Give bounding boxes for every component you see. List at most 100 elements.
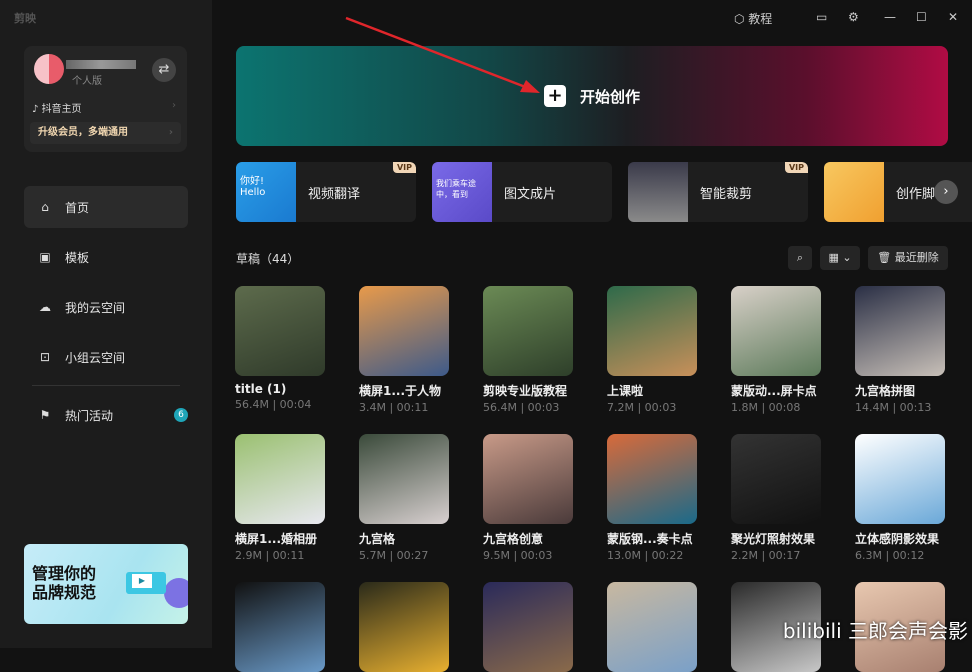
draft-thumbnail bbox=[855, 434, 945, 524]
draft-thumbnail bbox=[235, 286, 325, 376]
title-bar: ⬡ 教程 ▭ ⚙ — ☐ ✕ bbox=[212, 0, 972, 36]
draft-thumbnail bbox=[483, 286, 573, 376]
flag-icon: ⚑ bbox=[39, 408, 51, 422]
draft-thumbnail bbox=[607, 286, 697, 376]
nav-home[interactable]: ⌂ 首页 bbox=[24, 186, 188, 228]
douyin-label: 抖音主页 bbox=[41, 104, 82, 115]
plus-icon: + bbox=[543, 85, 566, 107]
draft-meta: 56.4M | 00:04 bbox=[235, 398, 312, 411]
nav-my-cloud[interactable]: ☁ 我的云空间 bbox=[24, 286, 188, 328]
tool-video-translate[interactable]: 你好! Hello 视频翻译 VIP bbox=[236, 162, 416, 222]
tool-thumbnail: 我们乘车途中，看到 bbox=[432, 162, 492, 222]
nav-label: 模板 bbox=[65, 250, 90, 265]
draft-card[interactable]: 九宫格拼图 14.4M | 00:13 bbox=[855, 286, 945, 414]
draft-meta: 13.0M | 00:22 bbox=[607, 549, 684, 562]
sidebar: 剪映 个人版 ⇄ ♪ 抖音主页 › 升级会员，多端通用 › ⌂ 首页 ▣ 模板 ☁ 我的云… bbox=[0, 0, 212, 648]
avatar[interactable] bbox=[34, 54, 64, 84]
draft-card[interactable]: 蒙版动...屏卡点 1.8M | 00:08 bbox=[731, 286, 821, 414]
draft-meta: 6.3M | 00:12 bbox=[855, 549, 925, 562]
feedback-icon[interactable]: ▭ bbox=[816, 10, 827, 24]
minimize-icon[interactable]: — bbox=[884, 10, 896, 24]
douyin-link[interactable]: ♪ 抖音主页 › bbox=[32, 100, 182, 115]
draft-name: 剪映专业版教程 bbox=[483, 384, 568, 398]
draft-meta: 7.2M | 00:03 bbox=[607, 401, 677, 414]
draft-card[interactable]: title (1) 56.4M | 00:04 bbox=[235, 286, 325, 411]
group-cloud-icon: ⊡ bbox=[39, 350, 51, 364]
draft-thumbnail bbox=[607, 434, 697, 524]
draft-card[interactable]: 蒙版钢...奏卡点 13.0M | 00:22 bbox=[607, 434, 697, 562]
draft-thumbnail bbox=[359, 286, 449, 376]
draft-name: 横屏1...于人物 bbox=[359, 384, 442, 398]
upgrade-label: 升级会员，多端通用 bbox=[38, 127, 128, 138]
draft-meta: 14.4M | 00:13 bbox=[855, 401, 932, 414]
maximize-icon[interactable]: ☐ bbox=[916, 10, 927, 24]
tool-label: 智能裁剪 bbox=[700, 187, 753, 202]
tool-thumbnail bbox=[824, 162, 884, 222]
tutorial-label: 教程 bbox=[748, 12, 773, 26]
promo-decoration bbox=[164, 578, 188, 608]
draft-meta: 2.9M | 00:11 bbox=[235, 549, 305, 562]
promo-banner[interactable]: 管理你的 品牌规范 ▶ bbox=[24, 544, 188, 624]
draft-card[interactable]: 横屏1...于人物 3.4M | 00:11 bbox=[359, 286, 449, 414]
recent-delete-button[interactable]: 🗑 最近删除 bbox=[868, 246, 948, 270]
draft-card[interactable] bbox=[235, 582, 325, 672]
draft-name: 九宫格拼图 bbox=[855, 384, 916, 398]
draft-card[interactable] bbox=[483, 582, 573, 672]
chevron-down-icon: ⌄ bbox=[842, 251, 852, 264]
draft-card[interactable]: 立体感阴影效果 6.3M | 00:12 bbox=[855, 434, 945, 562]
draft-thumbnail bbox=[483, 582, 573, 672]
divider bbox=[32, 385, 180, 386]
nav-group-cloud[interactable]: ⊡ 小组云空间 bbox=[24, 336, 188, 378]
search-icon: ⌕ bbox=[796, 251, 804, 264]
draft-card[interactable] bbox=[607, 582, 697, 672]
draft-card[interactable]: 横屏1...婚相册 2.9M | 00:11 bbox=[235, 434, 325, 562]
draft-card[interactable] bbox=[359, 582, 449, 672]
close-icon[interactable]: ✕ bbox=[948, 10, 958, 24]
view-mode-dropdown[interactable]: ▦ ⌄ bbox=[820, 246, 860, 270]
user-card: 个人版 ⇄ ♪ 抖音主页 › 升级会员，多端通用 › bbox=[24, 46, 187, 152]
search-button[interactable]: ⌕ bbox=[788, 246, 812, 270]
draft-name: 蒙版动...屏卡点 bbox=[731, 384, 817, 398]
chevron-right-icon: › bbox=[172, 100, 176, 111]
draft-meta: 1.8M | 00:08 bbox=[731, 401, 801, 414]
next-arrow-button[interactable]: › bbox=[934, 180, 958, 204]
nav-label: 热门活动 bbox=[65, 408, 114, 423]
chevron-right-icon: › bbox=[168, 127, 173, 138]
tool-smart-crop[interactable]: 智能裁剪 VIP bbox=[628, 162, 808, 222]
draft-meta: 3.4M | 00:11 bbox=[359, 401, 429, 414]
draft-thumbnail bbox=[607, 582, 697, 672]
tutorial-button[interactable]: ⬡ 教程 bbox=[734, 10, 772, 27]
draft-name: 九宫格创意 bbox=[483, 532, 544, 546]
nav-hot-events[interactable]: ⚑ 热门活动 6 bbox=[24, 394, 188, 436]
watermark: bilibili 三郎会声会影 bbox=[782, 619, 968, 643]
start-creating-label: 开始创作 bbox=[579, 87, 640, 106]
nav-label: 我的云空间 bbox=[65, 300, 126, 315]
switch-account-button[interactable]: ⇄ bbox=[152, 58, 176, 82]
draft-card[interactable]: 九宫格创意 9.5M | 00:03 bbox=[483, 434, 573, 562]
draft-card[interactable]: 九宫格 5.7M | 00:27 bbox=[359, 434, 449, 562]
draft-thumbnail bbox=[483, 434, 573, 524]
draft-card[interactable]: 剪映专业版教程 56.4M | 00:03 bbox=[483, 286, 573, 414]
draft-name: 横屏1...婚相册 bbox=[235, 532, 318, 546]
draft-name: title (1) bbox=[235, 382, 287, 396]
draft-name: 上课啦 bbox=[607, 384, 644, 398]
drafts-title: 草稿（44） bbox=[236, 252, 300, 266]
nav-label: 首页 bbox=[65, 200, 90, 215]
nav-templates[interactable]: ▣ 模板 bbox=[24, 236, 188, 278]
notification-badge: 6 bbox=[174, 408, 188, 422]
draft-thumbnail bbox=[359, 434, 449, 524]
draft-name: 聚光灯照射效果 bbox=[731, 532, 816, 546]
draft-meta: 5.7M | 00:27 bbox=[359, 549, 429, 562]
settings-icon[interactable]: ⚙ bbox=[848, 10, 859, 24]
nav-label: 小组云空间 bbox=[65, 350, 126, 365]
tool-thumbnail bbox=[628, 162, 688, 222]
start-creating-button[interactable]: + 开始创作 bbox=[236, 46, 948, 146]
vip-badge: VIP bbox=[392, 162, 416, 173]
tool-label: 视频翻译 bbox=[308, 187, 361, 202]
draft-card[interactable]: 聚光灯照射效果 2.2M | 00:17 bbox=[731, 434, 821, 562]
upgrade-button[interactable]: 升级会员，多端通用 › bbox=[30, 122, 181, 144]
draft-card[interactable]: 上课啦 7.2M | 00:03 bbox=[607, 286, 697, 414]
draft-thumbnail bbox=[731, 434, 821, 524]
tool-image-to-video[interactable]: 我们乘车途中，看到 图文成片 bbox=[432, 162, 612, 222]
draft-meta: 56.4M | 00:03 bbox=[483, 401, 560, 414]
